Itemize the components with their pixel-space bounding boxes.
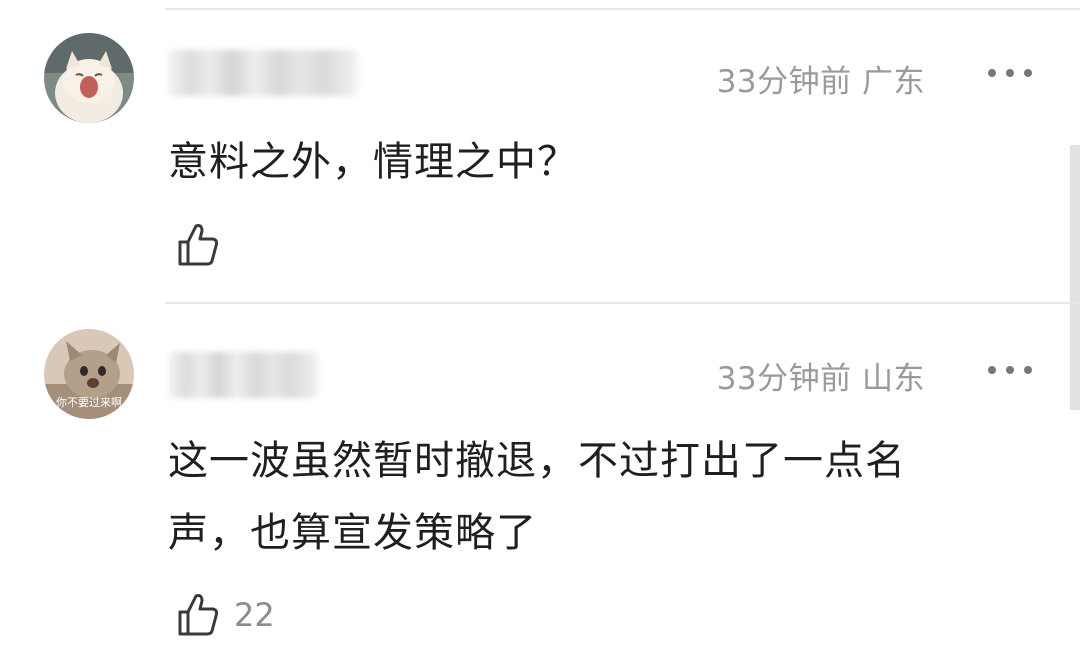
comment-location: 广东 xyxy=(862,64,925,100)
comment-time: 33分钟前 xyxy=(716,361,852,397)
comment-time: 33分钟前 xyxy=(716,64,852,100)
comment-item: 33分钟前 广东 意料之外，情理之中？ xyxy=(0,0,1080,300)
comment-meta: 33分钟前 山东 xyxy=(717,353,925,398)
cat-yawning-avatar xyxy=(44,33,134,123)
comment-meta: 33分钟前 广东 xyxy=(717,56,925,101)
comment-text-line: 声，也算宣发策略了 xyxy=(168,510,537,556)
comment-text: 意料之外，情理之中？ xyxy=(168,139,578,185)
comment-item: 你不要过来啊 33分钟前 山东 这一波虽然暂时撤退，不过打出了一点名 声，也算宣… xyxy=(0,300,1080,670)
username-blurred[interactable] xyxy=(168,50,358,96)
comment-text-line: 这一波虽然暂时撤退，不过打出了一点名 xyxy=(168,438,906,484)
comment-location: 山东 xyxy=(862,361,925,397)
comment-text: 这一波虽然暂时撤退，不过打出了一点名 声，也算宣发策略了 xyxy=(168,425,906,569)
more-dots-icon[interactable] xyxy=(988,67,1032,79)
like-count: 22 xyxy=(234,596,275,634)
username-blurred[interactable] xyxy=(168,352,318,398)
more-dots-icon[interactable] xyxy=(988,364,1032,376)
cat-meme-avatar: 你不要过来啊 xyxy=(44,329,134,419)
thumbs-up-icon xyxy=(178,594,219,636)
like-button[interactable] xyxy=(176,222,220,268)
avatar-caption: 你不要过来啊 xyxy=(56,396,122,409)
avatar[interactable]: 你不要过来啊 xyxy=(44,329,134,419)
avatar[interactable] xyxy=(44,33,134,123)
like-button[interactable]: 22 xyxy=(176,592,275,638)
thumbs-up-icon xyxy=(178,224,219,266)
